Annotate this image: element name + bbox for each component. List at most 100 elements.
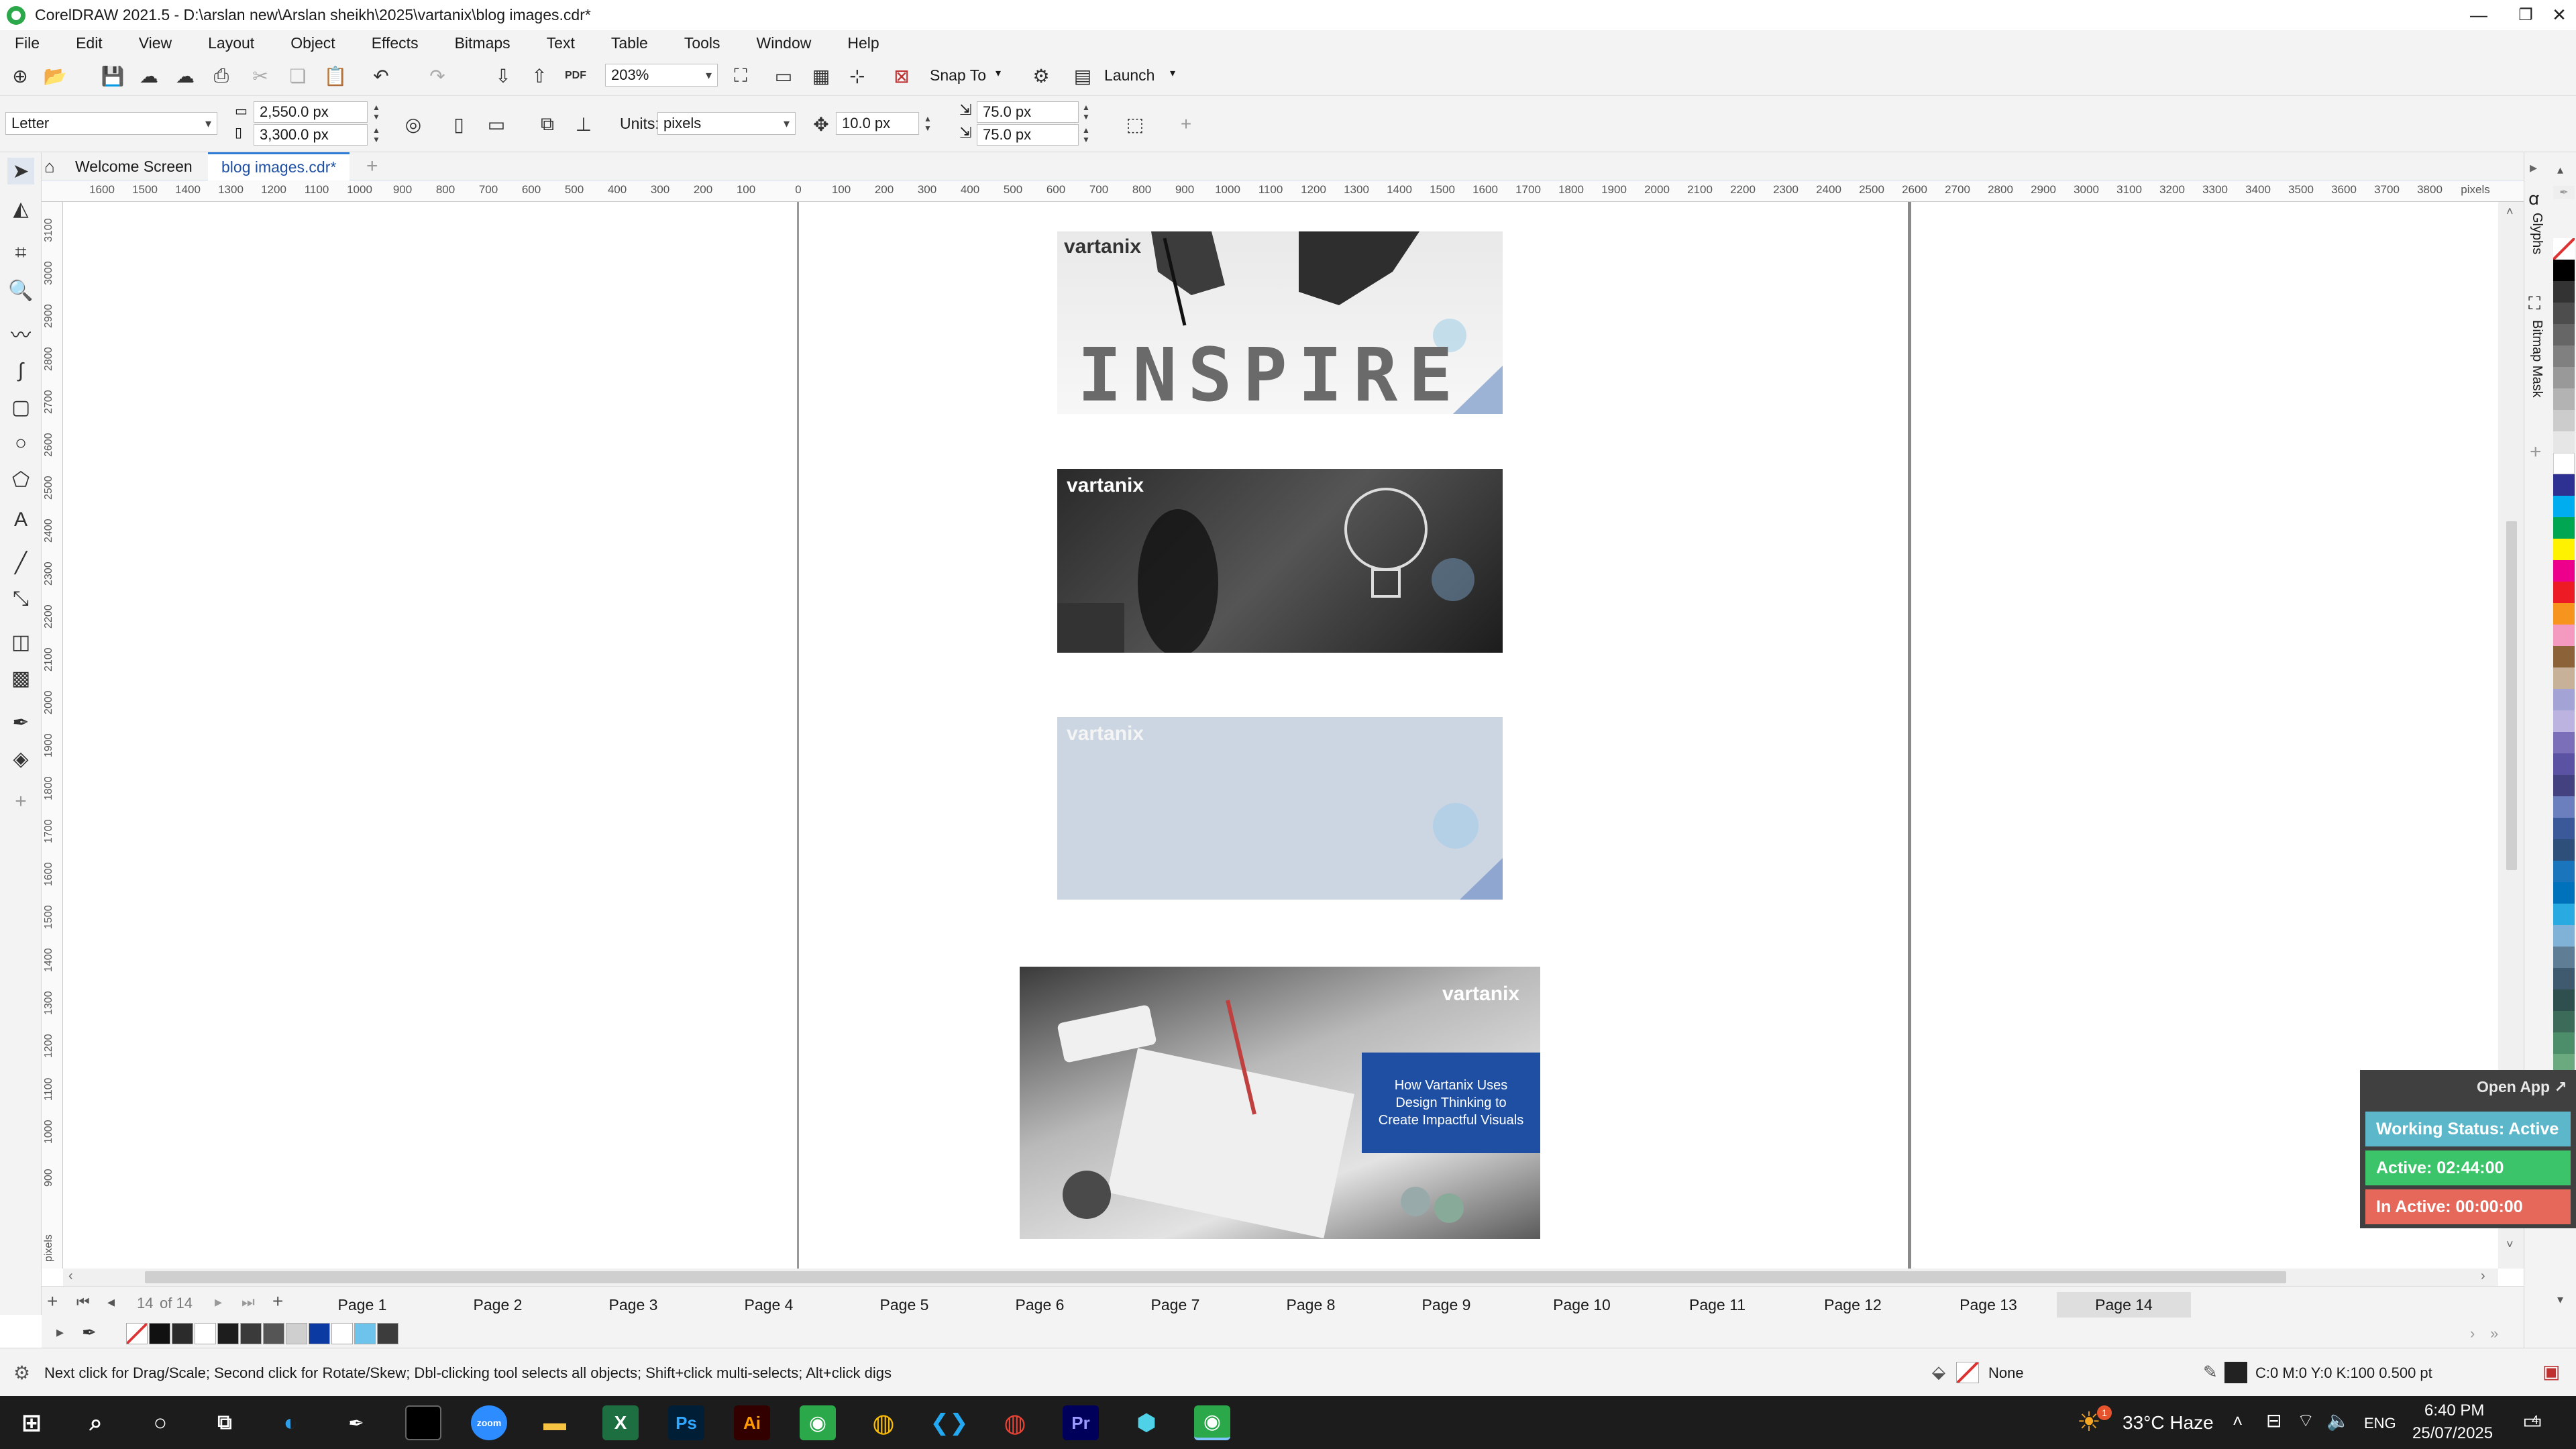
polygon-tool-icon[interactable]: ⬠ <box>7 466 34 493</box>
swatch-black[interactable] <box>149 1323 170 1344</box>
weather-text[interactable]: 33°C Haze <box>2123 1412 2214 1434</box>
palette-color-azure[interactable] <box>2553 904 2575 925</box>
drop-shadow-tool-icon[interactable]: ◫ <box>7 629 34 655</box>
palette-color-dark-indigo[interactable] <box>2553 775 2575 796</box>
home-icon[interactable]: ⌂ <box>44 156 55 177</box>
launch-dropdown[interactable]: Launch <box>1104 66 1155 85</box>
palette-color-navy[interactable] <box>2553 474 2575 496</box>
palette-color-gray-80[interactable] <box>2553 303 2575 324</box>
menu-object[interactable]: Object <box>272 34 354 52</box>
copy-icon[interactable]: ❏ <box>284 62 311 89</box>
zoom-tool-icon[interactable]: 🔍 <box>7 277 34 304</box>
horizontal-scrollbar[interactable]: ‹ › <box>63 1269 2498 1286</box>
tab-blog-images[interactable]: blog images.cdr* <box>208 152 350 180</box>
color-proof-icon[interactable]: ▣ <box>2542 1360 2560 1383</box>
redo-icon[interactable]: ↷ <box>424 62 451 89</box>
dup-y-spinner[interactable]: ▲ ▼ <box>1079 124 1093 146</box>
clock-time[interactable]: 6:40 PM <box>2424 1401 2484 1420</box>
nudge-spinner[interactable]: ▲ ▼ <box>920 112 935 135</box>
file-explorer-icon[interactable]: ▬ <box>537 1405 573 1440</box>
palette-menu-icon[interactable]: ▸ <box>56 1324 64 1341</box>
vscode-icon[interactable]: ❮❯ <box>930 1405 969 1440</box>
height-spinner[interactable]: ▲ ▼ <box>369 124 384 146</box>
next-page-icon[interactable]: ▸ <box>215 1293 222 1311</box>
launch-chevron-icon[interactable]: ▾ <box>1170 66 1175 80</box>
import-icon[interactable]: ⇩ <box>490 62 517 89</box>
snap-to-dropdown[interactable]: Snap To <box>930 66 986 85</box>
palette-color-steel[interactable] <box>2553 839 2575 861</box>
show-grid-icon[interactable]: ▦ <box>808 62 835 89</box>
vertical-ruler[interactable]: 3100 3000 2900 2800 2700 2600 2500 2400 … <box>42 202 63 1269</box>
coreldraw-taskbar-icon[interactable]: ◉ <box>800 1405 836 1440</box>
full-screen-preview-icon[interactable]: ▭ <box>770 62 797 89</box>
swatch-sky-blue[interactable] <box>354 1323 376 1344</box>
add-docker-icon[interactable]: + <box>2530 441 2542 464</box>
artistic-media-icon[interactable]: ∫ <box>7 358 34 384</box>
palette-color-black[interactable] <box>2553 260 2575 281</box>
page-tab-6[interactable]: Page 6 <box>973 1292 1107 1318</box>
palette-color-green[interactable] <box>2553 517 2575 539</box>
palette-down-icon[interactable]: ▾ <box>2557 1293 2563 1307</box>
page-tab-4[interactable]: Page 4 <box>702 1292 836 1318</box>
options-gear-icon[interactable]: ⚙ <box>1028 62 1055 89</box>
first-page-icon[interactable]: ⏮ <box>76 1293 90 1311</box>
menu-help[interactable]: Help <box>828 34 898 52</box>
interactive-fill-icon[interactable]: ◈ <box>7 745 34 772</box>
page-tab-10[interactable]: Page 10 <box>1515 1292 1649 1318</box>
drawing-canvas[interactable]: vartanix INSPIRE vartanix vartanix varta… <box>63 202 2498 1269</box>
menu-view[interactable]: View <box>120 34 191 52</box>
duplicate-y-field[interactable]: 75.0 px <box>977 124 1079 146</box>
menu-edit[interactable]: Edit <box>57 34 121 52</box>
tray-volume-icon[interactable]: 🔈 <box>2326 1409 2350 1432</box>
show-guidelines-icon[interactable]: ⊹ <box>844 62 871 89</box>
page-tab-9[interactable]: Page 9 <box>1379 1292 1513 1318</box>
palette-scroll-icon[interactable]: › <box>2470 1325 2475 1342</box>
add-tool-icon[interactable]: + <box>7 788 34 815</box>
palette-color-gray-70[interactable] <box>2553 324 2575 345</box>
terminal-icon[interactable] <box>405 1405 441 1440</box>
palette-color-forest[interactable] <box>2553 1011 2575 1032</box>
prev-page-icon[interactable]: ◂ <box>107 1293 115 1311</box>
palette-color-brown[interactable] <box>2553 646 2575 667</box>
scroll-left-icon[interactable]: ‹ <box>68 1269 73 1284</box>
excel-icon[interactable]: X <box>602 1405 639 1440</box>
pen-app-icon[interactable]: ✒ <box>338 1405 374 1440</box>
page-tab-5[interactable]: Page 5 <box>837 1292 971 1318</box>
docker-tab-bitmap-mask[interactable]: Bitmap Mask <box>2529 320 2544 398</box>
menu-window[interactable]: Window <box>738 34 830 52</box>
snap-off-icon[interactable]: ⊠ <box>888 62 915 89</box>
task-view-icon[interactable]: ⧉ <box>207 1405 243 1440</box>
current-page-number[interactable]: 14 <box>137 1295 153 1312</box>
edge-icon[interactable]: ◐ <box>272 1405 309 1440</box>
units-dropdown[interactable]: pixels <box>657 112 796 135</box>
palette-color-gray-90[interactable] <box>2553 281 2575 303</box>
swatch-light-gray[interactable] <box>286 1323 307 1344</box>
freehand-tool-icon[interactable]: 〰 <box>7 320 34 347</box>
text-tool-icon[interactable]: A <box>7 506 34 533</box>
snap-to-chevron-icon[interactable]: ▾ <box>996 66 1001 80</box>
page-width-field[interactable]: 2,550.0 px <box>254 101 368 123</box>
docker-expand-icon[interactable]: ▸ <box>2530 159 2537 176</box>
coreldraw-active-icon[interactable]: ◉ <box>1194 1405 1230 1440</box>
cloud-save-icon[interactable]: ☁ <box>172 62 199 89</box>
photoshop-icon[interactable]: Ps <box>668 1405 704 1440</box>
clock-date[interactable]: 25/07/2025 <box>2412 1424 2493 1443</box>
palette-color-cyan[interactable] <box>2553 496 2575 517</box>
dup-x-spinner[interactable]: ▲ ▼ <box>1079 101 1093 123</box>
zoom-level-field[interactable]: 203% <box>605 64 718 87</box>
add-page-after-icon[interactable]: + <box>272 1291 283 1312</box>
paste-icon[interactable]: 📋 <box>322 62 349 89</box>
shape-tool-icon[interactable]: ◭ <box>7 195 34 222</box>
connector-tool-icon[interactable]: ⤡ <box>7 586 34 612</box>
page-tab-11[interactable]: Page 11 <box>1650 1292 1784 1318</box>
palette-color-yellow[interactable] <box>2553 539 2575 560</box>
palette-color-dark-teal[interactable] <box>2553 989 2575 1011</box>
export-pdf-icon[interactable]: PDF <box>562 62 589 89</box>
tray-chevron-icon[interactable]: ˄ <box>2233 1411 2243 1432</box>
ellipse-tool-icon[interactable]: ○ <box>7 430 34 457</box>
last-page-icon[interactable]: ⏭ <box>241 1293 255 1311</box>
launch-icon[interactable]: ▤ <box>1069 62 1096 89</box>
print-icon[interactable]: ⎙ <box>208 62 235 89</box>
palette-up-icon[interactable]: ▴ <box>2557 163 2563 177</box>
palette-color-orange[interactable] <box>2553 603 2575 625</box>
